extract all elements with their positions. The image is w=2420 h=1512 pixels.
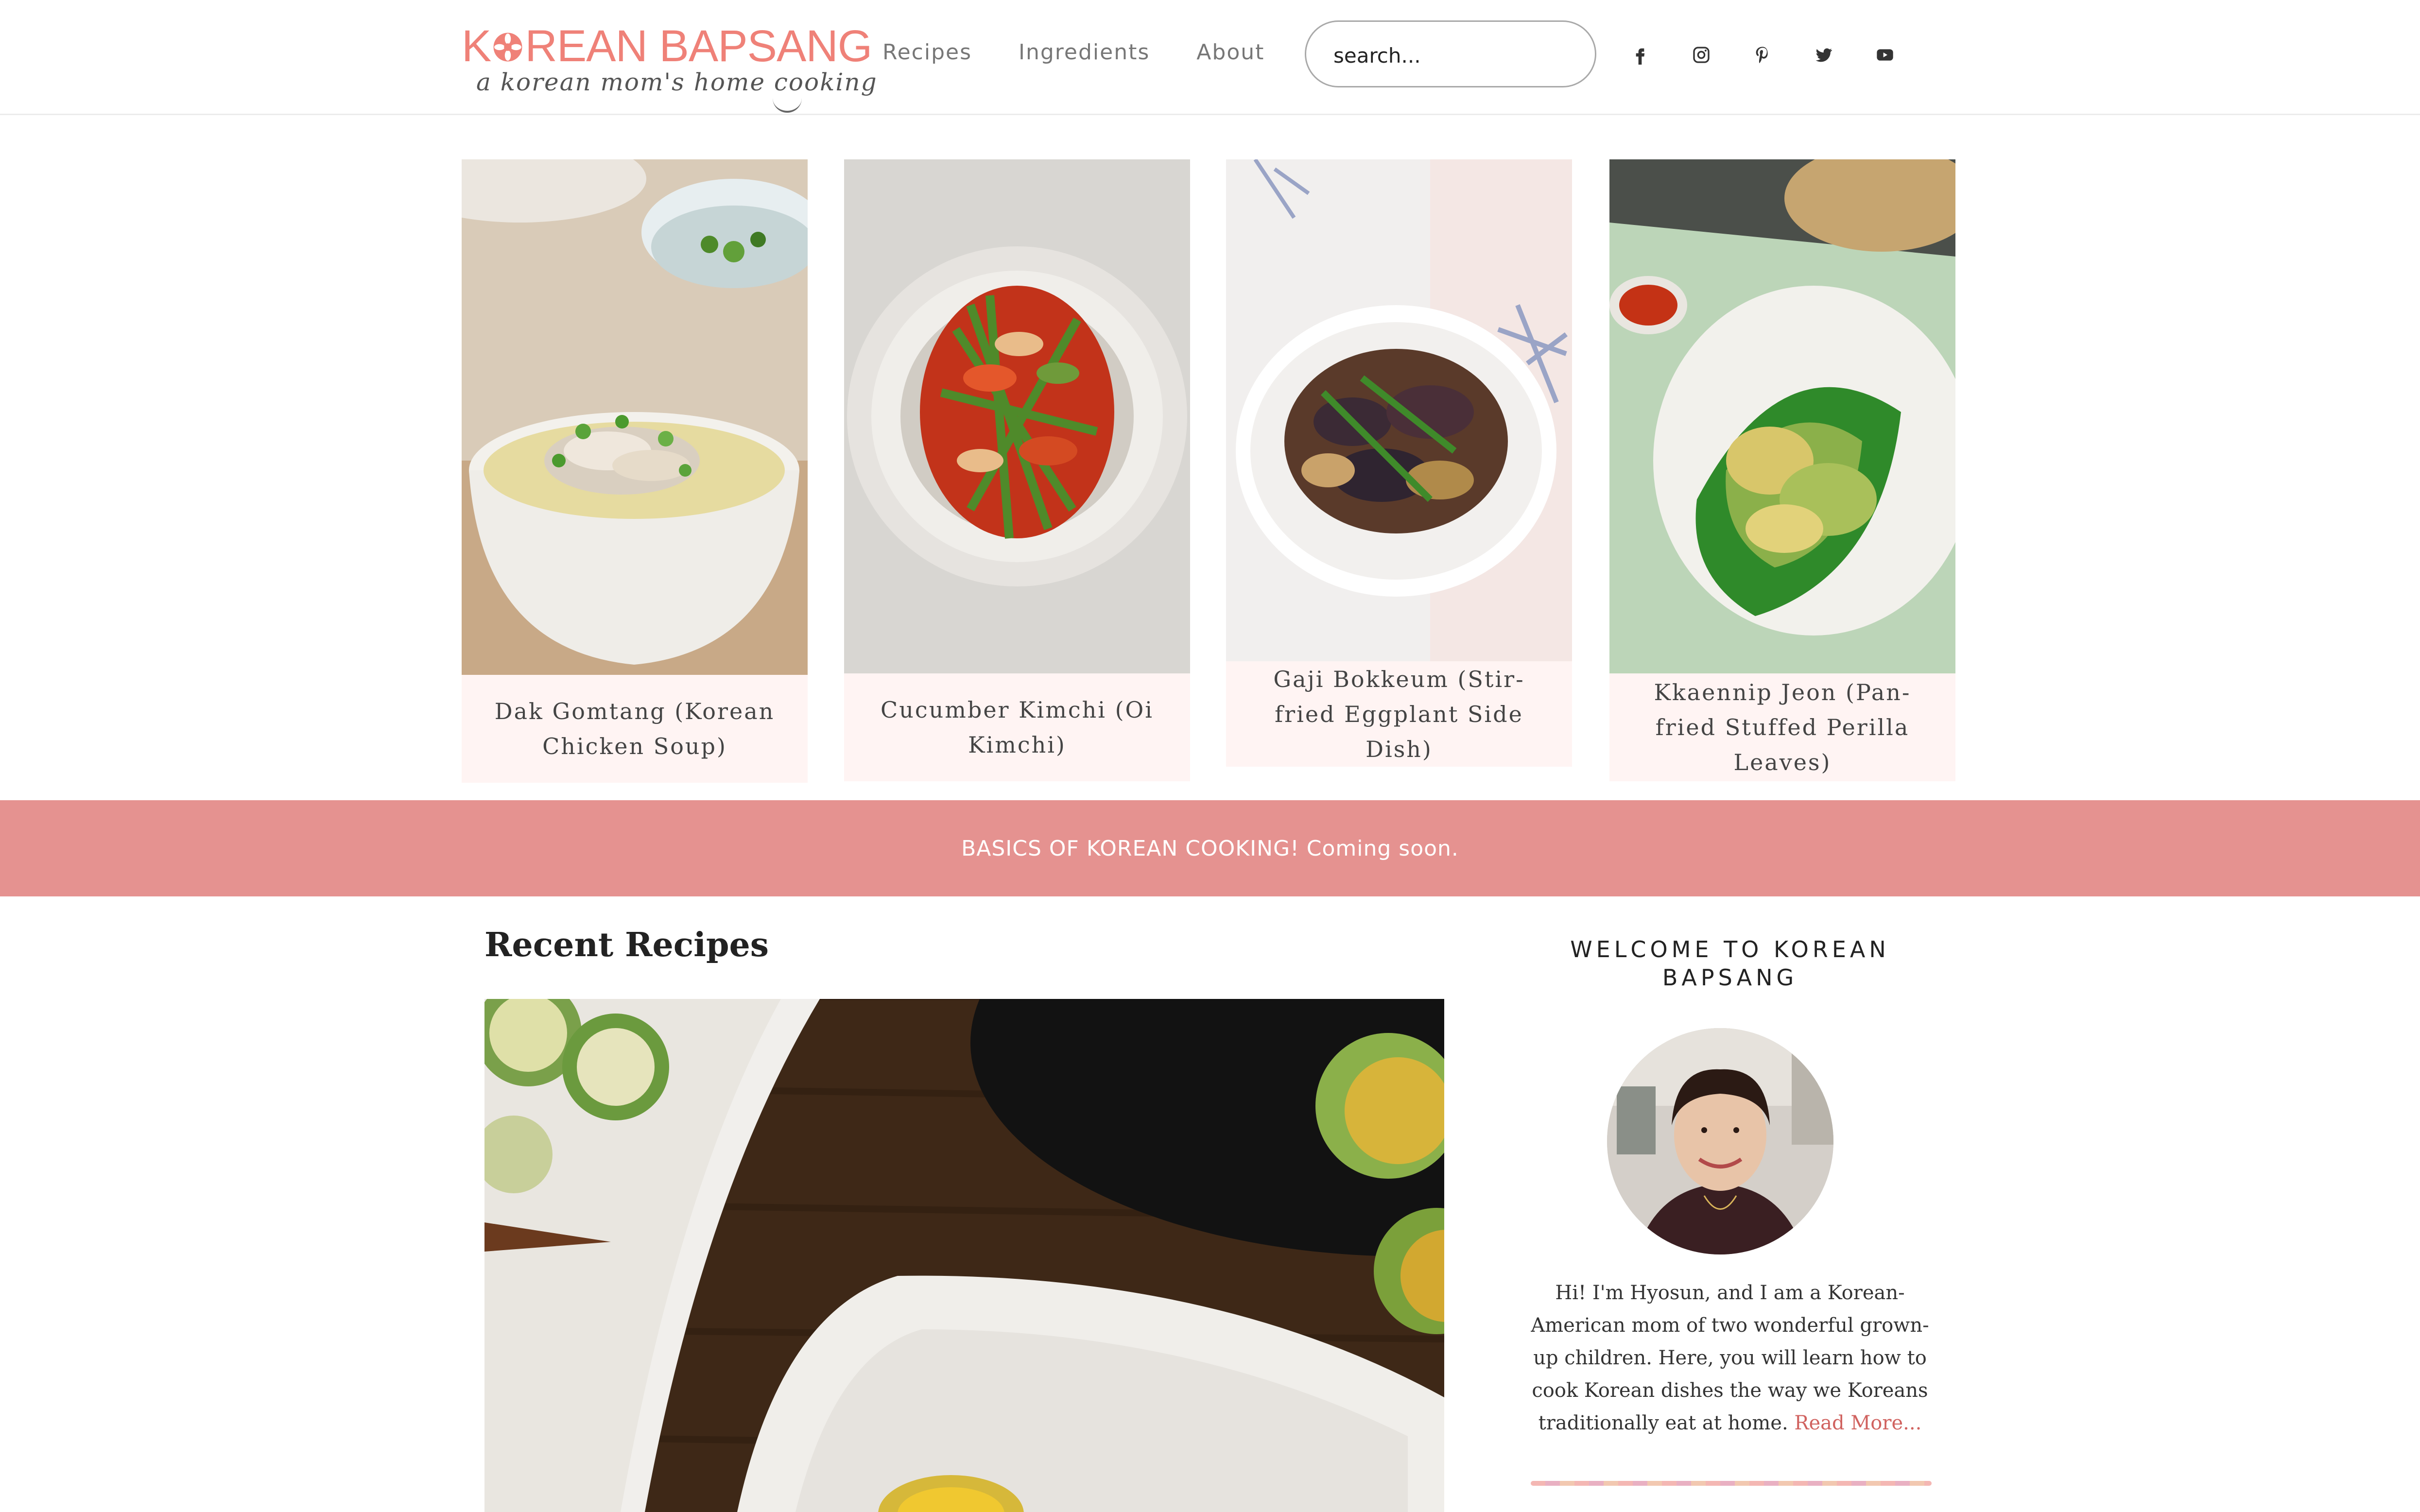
featured-card[interactable]: Dak Gomtang (Korean Chicken Soup)	[462, 159, 808, 783]
recipe-title[interactable]: Cucumber Kimchi (Oi Kimchi)	[844, 673, 1190, 781]
recipe-title[interactable]: Kkaennip Jeon (Pan-fried Stuffed Perilla…	[1609, 673, 1955, 781]
nav-recipes[interactable]: Recipes	[882, 40, 972, 65]
recipe-title[interactable]: Gaji Bokkeum (Stir-fried Eggplant Side D…	[1226, 661, 1572, 767]
search-input[interactable]	[1333, 38, 1576, 72]
bio-text: Hi! I'm Hyosun, and I am a Korean-Americ…	[1531, 1282, 1929, 1434]
chicken-soup-photo	[462, 159, 808, 675]
recipe-photo[interactable]	[844, 159, 1190, 673]
site-logo[interactable]: K REAN BAPSANG a korean mom's home cooki…	[462, 22, 877, 113]
zucchini-jeon-photo	[484, 999, 1444, 1512]
nav-ingredients[interactable]: Ingredients	[1019, 40, 1150, 65]
banner-text: BASICS OF KOREAN COOKING! Coming soon.	[961, 836, 1459, 861]
logo-tagline: a korean mom's home cooking	[476, 68, 878, 113]
decorative-divider	[1531, 1481, 1932, 1486]
announcement-banner[interactable]: BASICS OF KOREAN COOKING! Coming soon.	[0, 800, 2420, 896]
author-bio: Hi! I'm Hyosun, and I am a Korean-Americ…	[1531, 1277, 1929, 1440]
author-photo	[1607, 1028, 1833, 1254]
main-nav: Recipes Ingredients About	[882, 40, 1311, 65]
facebook-icon[interactable]	[1623, 38, 1657, 72]
featured-card[interactable]: Gaji Bokkeum (Stir-fried Eggplant Side D…	[1226, 159, 1572, 767]
section-title: Recent Recipes	[484, 926, 769, 964]
recipe-photo[interactable]	[1609, 159, 1955, 673]
instagram-icon[interactable]	[1684, 38, 1718, 72]
featured-card[interactable]: Cucumber Kimchi (Oi Kimchi)	[844, 159, 1190, 781]
author-avatar[interactable]	[1607, 1028, 1833, 1254]
welcome-title: WELCOME TO KOREAN BAPSANG	[1570, 936, 1890, 991]
recipe-photo[interactable]	[462, 159, 808, 675]
cucumber-kimchi-photo	[844, 159, 1190, 673]
read-more-link[interactable]: Read More...	[1794, 1412, 1921, 1434]
twitter-icon[interactable]	[1807, 38, 1841, 72]
recipe-title[interactable]: Dak Gomtang (Korean Chicken Soup)	[462, 675, 808, 783]
featured-card[interactable]: Kkaennip Jeon (Pan-fried Stuffed Perilla…	[1609, 159, 1955, 781]
youtube-icon[interactable]	[1868, 38, 1902, 72]
recipe-photo[interactable]	[1226, 159, 1572, 661]
site-header: K REAN BAPSANG a korean mom's home cooki…	[0, 0, 2420, 115]
search-box	[1305, 20, 1596, 87]
nav-about[interactable]: About	[1196, 40, 1264, 65]
featured-recipe-photo[interactable]	[484, 999, 1444, 1512]
flower-icon	[493, 33, 522, 62]
eggplant-photo	[1226, 159, 1572, 661]
pinterest-icon[interactable]	[1746, 38, 1780, 72]
perilla-jeon-photo	[1609, 159, 1955, 673]
logo-title: K REAN BAPSANG	[462, 21, 872, 71]
social-links	[1623, 38, 1929, 72]
